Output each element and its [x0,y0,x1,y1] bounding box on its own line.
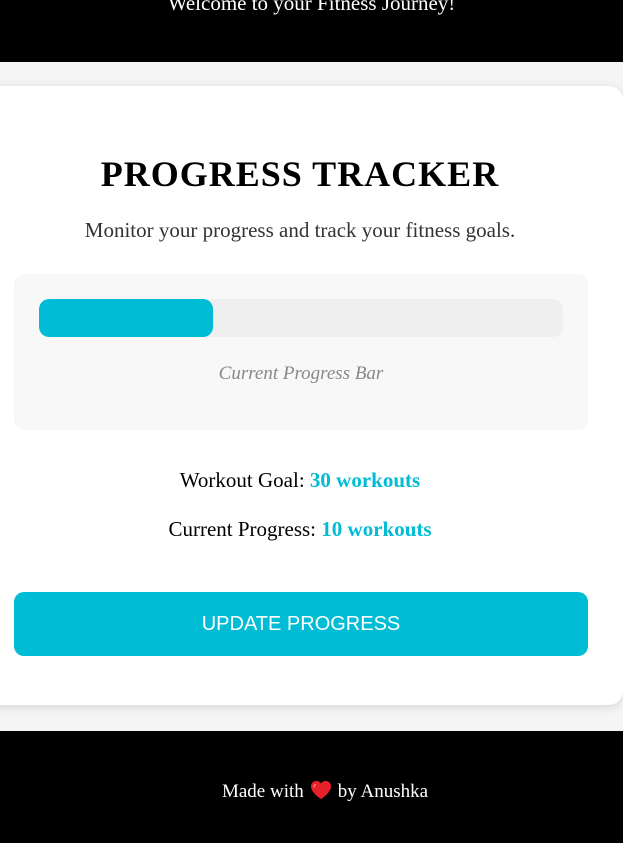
update-progress-button[interactable]: UPDATE PROGRESS [14,592,588,656]
current-progress-stat: Current Progress: 10 workouts [0,515,600,543]
welcome-message: Welcome to your Fitness Journey! [167,0,456,15]
progress-bar-track [39,299,563,337]
progress-caption: Current Progress Bar [218,363,384,384]
workout-goal-stat: Workout Goal: 30 workouts [0,466,600,494]
footer-made-with: Made with [221,781,304,802]
footer-credit: Made with by Anushka [0,779,623,805]
footer-author: by Anushka [337,781,429,802]
page-title: PROGRESS TRACKER [100,154,500,194]
current-progress-value: 10 workouts [321,517,432,541]
progress-panel: Current Progress Bar [14,274,588,430]
workout-goal-value: 30 workouts [309,468,421,492]
footer: Made with by Anushka [0,731,623,843]
current-progress-label: Current Progress: [168,517,317,541]
workout-goal-label: Workout Goal: [179,468,305,492]
top-header: Welcome to your Fitness Journey! [0,0,623,62]
heart-icon [310,780,331,800]
progress-bar-fill [39,299,213,337]
page-subtitle: Monitor your progress and track your fit… [84,218,516,242]
